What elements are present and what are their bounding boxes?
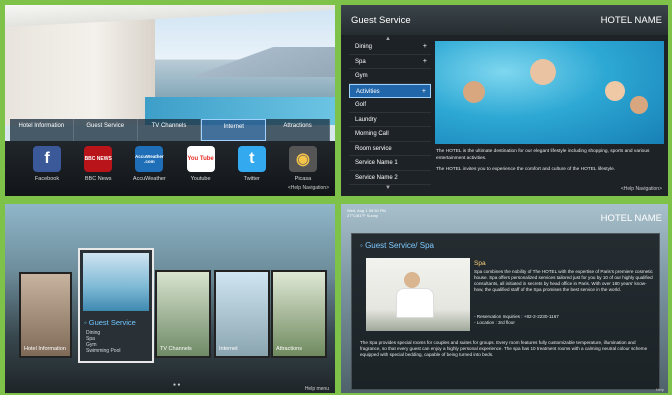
app-picasa[interactable]: ◉ Picasa [281,146,325,182]
app-bbc-news[interactable]: BBC NEWS BBC News [76,146,120,182]
page-title: Guest Service [351,15,411,26]
swimmer-shape [530,59,556,85]
youtube-icon: You Tube [186,146,215,172]
apps-row: f Facebook BBC NEWS BBC News AccuWeather… [25,146,325,182]
main-menu-bar: Hotel Information Guest Service TV Chann… [10,119,330,141]
person-head-shape [404,272,420,288]
service-item-activities[interactable]: Activities + [349,83,431,98]
app-youtube[interactable]: You Tube Youtube [179,146,223,182]
card-attractions[interactable]: Attractions [271,270,327,358]
swimmer-shape [605,81,625,101]
menu-guest-service[interactable]: Guest Service [73,119,138,141]
scroll-down-icon[interactable]: ▼ [385,185,391,191]
description-text: The HOTEL is the ultimate destination fo… [436,149,660,174]
app-twitter[interactable]: t Twitter [230,146,274,182]
activities-photo [435,41,664,144]
accuweather-icon: AccuWeather .com [135,146,164,172]
menu-tv-channels[interactable]: TV Channels [137,119,202,141]
card-label: Hotel Information [24,346,66,352]
plus-icon: + [422,43,427,50]
card-thumbnail [83,253,149,311]
app-label: AccuWeather [132,176,166,182]
page-indicator: ● ● [173,382,181,388]
app-label: Twitter [243,176,260,182]
plus-icon: + [421,87,426,95]
help-button[interactable]: Help [656,387,664,392]
item-label: Dining [355,44,373,50]
menu-attractions[interactable]: Attractions [266,119,330,141]
menu-hotel-information[interactable]: Hotel Information [10,119,74,141]
plus-icon: + [422,57,427,65]
carousel-panel: Hotel Information ◦ Guest Service Dining… [5,204,335,393]
card-sub-item: Swimming Pool [86,348,121,354]
date-weather: Wed, Aug 1 09:30 PM 27°C/81°F Sunny [347,208,386,218]
help-menu[interactable]: Help menu [305,386,329,392]
swimmer-shape [463,81,485,103]
item-label: Gym [355,73,368,79]
service-item-morning-call[interactable]: Morning Call [349,127,431,142]
location-text: - Location : 3rd floor [474,320,515,325]
detail-box: ◦ Guest Service/ Spa Spa Spa combines th… [351,233,660,390]
person-body-shape [396,288,434,318]
item-label: Morning Call [355,131,389,137]
swimmer-shape [630,96,648,114]
item-label: Golf [355,102,367,108]
home-screen-panel: Hotel Information Guest Service TV Chann… [5,5,335,196]
section-title: Spa [474,260,486,267]
card-title: ◦ Guest Service [84,318,136,327]
app-label: Facebook [34,176,60,182]
bbc-news-icon: BBC NEWS [84,146,113,172]
service-item-name-2[interactable]: Service Name 2 [349,171,431,185]
service-item-room-service[interactable]: Room service [349,142,431,156]
help-navigation[interactable]: <Help Navigation> [288,185,329,191]
item-label: Activities [356,88,380,95]
app-accuweather[interactable]: AccuWeather .com AccuWeather [127,146,171,182]
item-label: Service Name 2 [355,174,398,181]
item-label: Service Name 1 [355,160,398,166]
facebook-icon: f [33,146,61,172]
hotel-name: HOTEL NAME [600,213,662,224]
spa-photo [366,258,470,331]
app-label: BBC News [84,176,112,182]
spa-contact: - Reservation Inquiries : +82-2-2230-116… [474,314,654,326]
hotel-name: HOTEL NAME [600,15,662,26]
card-hotel-information[interactable]: Hotel Information [19,272,72,358]
item-label: Spa [355,58,366,65]
weather-text: 27°C/81°F Sunny [347,213,378,218]
card-guest-service[interactable]: ◦ Guest Service Dining Spa Gym Swimming … [78,248,154,363]
spa-description: Spa combines the nobility of The HOTEL w… [474,269,653,292]
help-navigation[interactable]: <Help Navigation> [621,186,662,192]
mountain-shape [175,47,335,77]
twitter-icon: t [237,146,266,172]
item-label: Room service [355,145,392,152]
picasa-icon: ◉ [288,146,317,172]
page-title: ◦ Guest Service/ Spa [360,241,434,250]
card-label: TV Channels [160,346,192,352]
service-list: Dining + Spa + Gym Activities + Golf Laundr… [349,40,431,185]
service-item-dining[interactable]: Dining + [349,40,431,55]
spa-rooms-text: The Spa provides special rooms for coupl… [360,340,648,357]
spa-detail-panel: Wed, Aug 1 09:30 PM 27°C/81°F Sunny HOTE… [341,204,668,393]
service-item-name-1[interactable]: Service Name 1 [349,156,431,171]
service-item-gym[interactable]: Gym [349,69,431,84]
app-label: Youtube [190,176,211,182]
card-label: Attractions [276,346,302,352]
card-tv-channels[interactable]: TV Channels [155,270,211,358]
description-paragraph: The HOTEL invites you to experience the … [436,167,616,172]
app-label: Picasa [294,176,312,182]
card-label: Internet [219,346,238,352]
description-paragraph: The HOTEL is the ultimate destination fo… [436,149,650,161]
item-label: Laundry [355,116,377,123]
service-item-spa[interactable]: Spa + [349,55,431,69]
guest-service-panel: Guest Service HOTEL NAME ▲ Dining + Spa + … [341,5,668,196]
card-internet[interactable]: Internet [214,270,270,358]
menu-internet[interactable]: Internet [201,119,267,141]
service-item-laundry[interactable]: Laundry [349,113,431,127]
service-item-golf[interactable]: Golf [349,98,431,113]
app-facebook[interactable]: f Facebook [25,146,69,182]
